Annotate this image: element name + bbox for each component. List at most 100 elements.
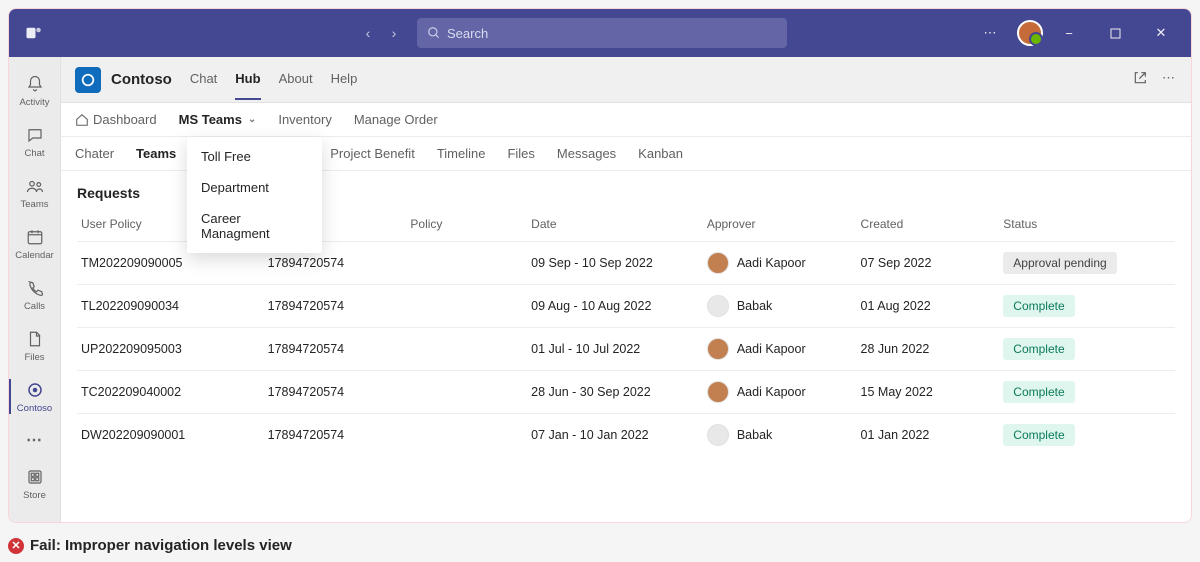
cell-user-policy: UP202209095003 — [77, 328, 264, 371]
close-button[interactable]: ✕ — [1141, 9, 1181, 57]
subtab-project-benefit[interactable]: Project Benefit — [330, 146, 415, 161]
home-icon — [75, 113, 89, 127]
col-policy: Policy — [406, 211, 527, 242]
status-badge: Complete — [1003, 295, 1074, 317]
search-icon — [427, 26, 441, 40]
cell-user-policy: TC202209040002 — [77, 371, 264, 414]
crumb-dashboard[interactable]: Dashboard — [75, 112, 157, 127]
subtab-timeline[interactable]: Timeline — [437, 146, 486, 161]
rail-item-label: Contoso — [17, 403, 52, 414]
crumb-msteams[interactable]: MS Teams ⌄ — [179, 112, 257, 127]
chat-icon — [24, 124, 46, 146]
search-input[interactable]: Search — [417, 18, 787, 48]
rail-chat[interactable]: Chat — [9, 116, 61, 167]
cell-approver: Aadi Kapoor — [703, 371, 857, 414]
app-header: Contoso Chat Hub About Help ⋯ — [61, 57, 1191, 103]
crumb-inventory[interactable]: Inventory — [278, 112, 331, 127]
bell-icon — [24, 73, 46, 95]
cell-policy — [406, 371, 527, 414]
subtab-teams[interactable]: Teams — [136, 146, 176, 161]
popout-icon[interactable] — [1132, 70, 1148, 89]
cell-policy — [406, 242, 527, 285]
rail-item-label: Calendar — [15, 250, 54, 261]
cell-created: 15 May 2022 — [857, 371, 1000, 414]
app-name: Contoso — [111, 71, 172, 88]
rail-item-label: Chat — [24, 148, 44, 159]
search-placeholder: Search — [447, 26, 488, 41]
minimize-button[interactable]: − — [1049, 9, 1089, 57]
app-more-button[interactable]: ⋯ — [1162, 70, 1177, 89]
rail-item-label: Activity — [19, 97, 49, 108]
crumb-manage-order[interactable]: Manage Order — [354, 112, 438, 127]
cell-approver: Babak — [703, 414, 857, 457]
maximize-button[interactable] — [1095, 9, 1135, 57]
rail-more[interactable]: ⋯ — [9, 422, 61, 458]
rail-calendar[interactable]: Calendar — [9, 218, 61, 269]
dropdown-item-toll-free[interactable]: Toll Free — [187, 141, 322, 172]
rail-item-label: Teams — [21, 199, 49, 210]
people-icon — [24, 175, 46, 197]
cell-created: 07 Sep 2022 — [857, 242, 1000, 285]
rail-store[interactable]: Store — [9, 458, 61, 509]
rail-item-label: Store — [23, 490, 46, 501]
subtab-files[interactable]: Files — [507, 146, 534, 161]
cell-status: Complete — [999, 285, 1175, 328]
tab-help[interactable]: Help — [331, 59, 358, 100]
col-status: Status — [999, 211, 1175, 242]
crumb-label: Dashboard — [93, 112, 157, 127]
history-back-button[interactable]: ‹ — [359, 25, 377, 41]
more-icon: ⋯ — [26, 430, 43, 450]
rail-activity[interactable]: Activity — [9, 65, 61, 116]
cell-status: Complete — [999, 414, 1175, 457]
contoso-logo — [75, 67, 101, 93]
status-badge: Complete — [1003, 381, 1074, 403]
fail-icon: ✕ — [8, 538, 24, 554]
table-row[interactable]: UP20220909500317894720574 01 Jul - 10 Jul… — [77, 328, 1175, 371]
cell-number: 17894720574 — [264, 371, 407, 414]
tab-hub[interactable]: Hub — [235, 59, 260, 100]
tab-chat[interactable]: Chat — [190, 59, 217, 100]
history-forward-button[interactable]: › — [385, 25, 403, 41]
table-row[interactable]: DW2022090900011789472057407 Jan - 10 Jan… — [77, 414, 1175, 457]
rail-contoso[interactable]: Contoso — [9, 371, 61, 422]
subtab-messages[interactable]: Messages — [557, 146, 616, 161]
cell-status: Approval pending — [999, 242, 1175, 285]
cell-approver: Aadi Kapoor — [703, 328, 857, 371]
crumb-label: MS Teams — [179, 112, 242, 127]
approver-name: Babak — [737, 299, 772, 313]
msteams-dropdown: Toll Free Department Career Managment — [187, 137, 322, 253]
calendar-icon — [24, 226, 46, 248]
tab-about[interactable]: About — [279, 59, 313, 100]
table-row[interactable]: TL2022090900341789472057409 Aug - 10 Aug… — [77, 285, 1175, 328]
table-row[interactable]: TC20220904000217894720574 28 Jun - 30 Sep… — [77, 371, 1175, 414]
more-options-button[interactable]: ⋯ — [971, 9, 1011, 57]
cell-created: 01 Jan 2022 — [857, 414, 1000, 457]
status-badge: Approval pending — [1003, 252, 1116, 274]
cell-date: 01 Jul - 10 Jul 2022 — [527, 328, 703, 371]
rail-files[interactable]: Files — [9, 320, 61, 371]
rail-teams[interactable]: Teams — [9, 167, 61, 218]
approver-name: Babak — [737, 428, 772, 442]
app-rail: Activity Chat Teams Calendar Calls Files — [9, 57, 61, 522]
cell-approver: Babak — [703, 285, 857, 328]
user-avatar[interactable] — [1017, 20, 1043, 46]
avatar — [707, 295, 729, 317]
col-approver: Approver — [703, 211, 857, 242]
teams-app-icon[interactable] — [9, 9, 59, 57]
dropdown-item-career[interactable]: Career Managment — [187, 203, 322, 249]
cell-created: 01 Aug 2022 — [857, 285, 1000, 328]
store-icon — [24, 466, 46, 488]
titlebar: ‹ › Search ⋯ − ✕ — [9, 9, 1191, 57]
cell-number: 17894720574 — [264, 328, 407, 371]
rail-calls[interactable]: Calls — [9, 269, 61, 320]
cell-number: 17894720574 — [264, 414, 407, 457]
status-badge: Complete — [1003, 424, 1074, 446]
dropdown-item-department[interactable]: Department — [187, 172, 322, 203]
figure-caption: ✕ Fail: Improper navigation levels view — [8, 537, 292, 554]
contoso-icon — [24, 379, 46, 401]
subtab-kanban[interactable]: Kanban — [638, 146, 683, 161]
subtab-chater[interactable]: Chater — [75, 146, 114, 161]
cell-policy — [406, 285, 527, 328]
cell-created: 28 Jun 2022 — [857, 328, 1000, 371]
cell-date: 28 Jun - 30 Sep 2022 — [527, 371, 703, 414]
